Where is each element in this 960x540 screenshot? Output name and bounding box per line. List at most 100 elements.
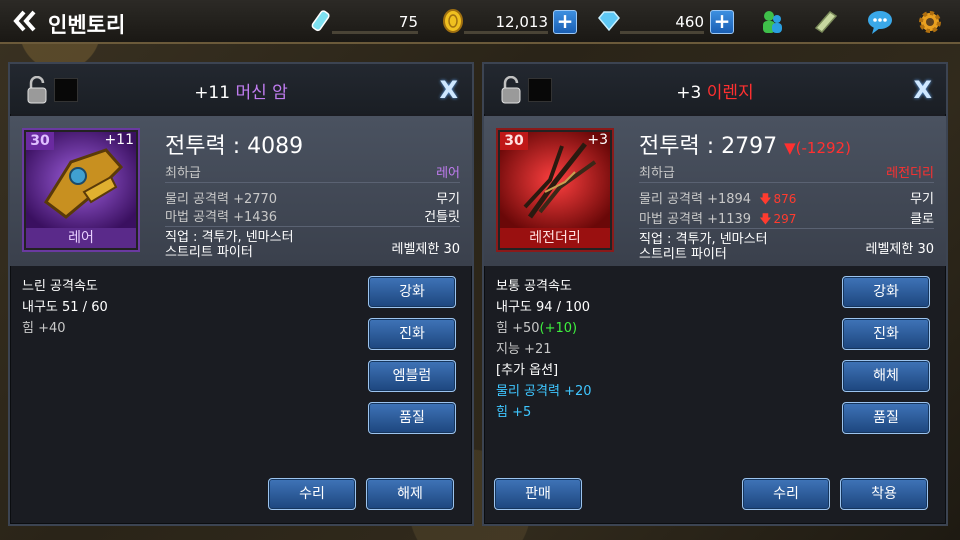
item-stats: 느린 공격속도 내구도 51 / 60 힘 +40 [22,276,108,339]
tier-label: 최하급 [639,166,675,181]
item-slot[interactable]: 30 +3 레전더리 [496,128,614,252]
item-info: 30 +3 레전더리 전투력 : 2797 ▼(-1292) 최하급 레전더리 … [484,116,946,266]
stat-row-2: 마법 공격력 +1436 건틀릿 [165,206,460,225]
item-name: 이렌지 [706,83,754,103]
back-button[interactable] [12,8,42,36]
strength-value: 힘 +50 [496,321,540,336]
combat-power-value: 전투력 : 2797 [639,134,778,159]
item-type: 무기 [910,192,934,207]
combat-power: 전투력 : 2797 ▼(-1292) [639,128,851,160]
enhance-level: +3 [676,83,702,103]
close-button[interactable]: X [913,76,932,104]
energy-vial-icon [311,10,330,32]
item-title: +3 이렌지 [484,78,946,103]
sell-button[interactable]: 판매 [494,478,582,510]
arrow-down-icon: 🡇 [759,212,772,226]
item-grade-label: 레어 [26,228,136,248]
divider [165,226,460,227]
double-chevron-left-icon [13,10,36,32]
tier-label: 최하급 [165,166,201,181]
item-type: 무기 [436,192,460,207]
repair-button[interactable]: 수리 [268,478,356,510]
physical-attack: 물리 공격력 +1894 [639,192,752,207]
physical-attack-diff: 876 [773,192,797,206]
tier-row: 최하급 레어 [165,162,460,181]
extra-option-2: 힘 +5 [496,405,532,420]
enhance-button[interactable]: 강화 [842,276,930,308]
job-line-1: 직업 : 격투가, 넨마스터 [639,232,768,247]
item-subtype: 클로 [910,212,934,227]
extra-option-1: 물리 공격력 +20 [496,384,592,399]
item-slot[interactable]: 30 +11 레어 [22,128,140,252]
close-button[interactable]: X [439,76,458,104]
item-info: 30 +11 레어 전투력 : 4089 최하급 레어 물리 공격력 +2770… [10,116,472,266]
physical-attack: 물리 공격력 +2770 [165,192,278,207]
extra-options-header: [추가 옵션] [496,363,559,378]
combat-power-diff: ▼(-1292) [784,139,851,157]
inventory-item-panel: +3 이렌지 X 30 +3 레전더리 전투력 : 2797 ▼(-1292) … [482,62,948,526]
equip-button[interactable]: 착용 [840,478,928,510]
item-name: 머신 암 [235,83,288,103]
divider [639,228,934,229]
magic-attack: 마법 공격력 +1436 [165,210,278,225]
friends-icon[interactable] [758,8,786,36]
strength-stat: 힘 +40 [22,321,66,336]
arrow-down-icon: 🡇 [759,192,772,206]
panel-header: +3 이렌지 X [484,64,946,114]
intelligence-stat: 지능 +21 [496,342,552,357]
repair-button[interactable]: 수리 [742,478,830,510]
diamond-icon [598,11,620,32]
grade-label: 레전더리 [886,166,934,181]
job-line-1: 직업 : 격투가, 넨마스터 [165,230,294,245]
level-limit: 레벨제한 30 [865,242,934,257]
strength-bonus: (+10) [539,321,578,336]
evolve-button[interactable]: 진화 [368,318,456,350]
job-line-2: 스트리트 파이터 [639,247,727,262]
energy-value: 75 [398,13,418,31]
quality-button[interactable]: 품질 [368,402,456,434]
evolve-button[interactable]: 진화 [842,318,930,350]
page-title: 인벤토리 [48,13,126,37]
strength-stat: 힘 +50(+10) [496,318,592,339]
job-requirement: 직업 : 격투가, 넨마스터 스트리트 파이터 [639,232,768,262]
gold-coin-icon [443,9,463,33]
durability: 내구도 51 / 60 [22,300,108,315]
unequip-button[interactable]: 해제 [366,478,454,510]
item-level-badge: 30 [26,132,54,150]
grade-label: 레어 [436,166,460,181]
chat-icon[interactable] [866,8,894,36]
enhance-button[interactable]: 강화 [368,276,456,308]
add-gold-button[interactable]: + [553,10,577,34]
attack-speed: 느린 공격속도 [22,279,98,294]
item-title: +11 머신 암 [10,78,472,103]
item-plus-badge: +11 [104,132,134,148]
energy-counter: 75 [308,8,418,36]
item-level-badge: 30 [500,132,528,150]
enhance-level: +11 [194,83,231,103]
equipped-item-panel: +11 머신 암 X 30 +11 레어 전투력 : 4089 최하급 레어 물… [8,62,474,526]
scroll-icon[interactable] [812,8,840,36]
item-subtype: 건틀릿 [424,210,460,225]
gear-icon[interactable] [916,8,944,36]
job-requirement: 직업 : 격투가, 넨마스터 스트리트 파이터 [165,230,294,260]
durability: 내구도 94 / 100 [496,300,591,315]
stat-row-1: 물리 공격력 +2770 무기 [165,188,460,207]
level-limit: 레벨제한 30 [391,242,460,257]
divider [165,182,460,183]
gem-counter: 460 [596,8,704,36]
item-plus-badge: +3 [587,132,608,148]
gold-value: 12,013 [495,13,549,31]
dismantle-button[interactable]: 해체 [842,360,930,392]
item-stats: 보통 공격속도 내구도 94 / 100 힘 +50(+10) 지능 +21 [… [496,276,592,423]
emblem-button[interactable]: 엠블럼 [368,360,456,392]
gem-value: 460 [675,13,704,31]
gold-counter: 12,013 [440,8,548,36]
add-gems-button[interactable]: + [710,10,734,34]
combat-power: 전투력 : 4089 [165,134,304,159]
quality-button[interactable]: 품질 [842,402,930,434]
magic-attack: 마법 공격력 +1139 [639,212,752,227]
tier-row: 최하급 레전더리 [639,162,934,181]
item-grade-label: 레전더리 [500,228,610,248]
job-line-2: 스트리트 파이터 [165,245,253,260]
top-bar: 인벤토리 75 12,013 + 460 + [0,0,960,44]
